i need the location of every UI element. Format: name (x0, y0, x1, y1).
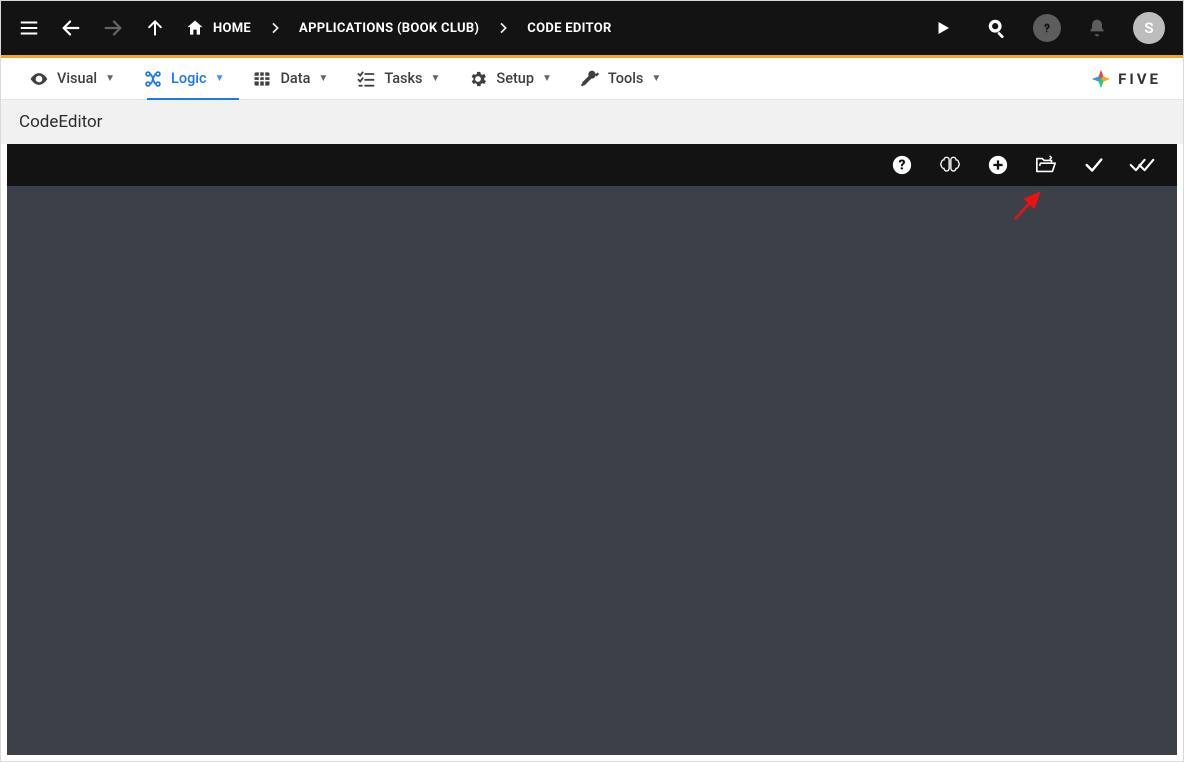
tab-visual-label: Visual (57, 70, 97, 87)
chevron-right-icon (263, 16, 287, 40)
logic-icon (143, 69, 163, 89)
tab-setup[interactable]: Setup ▼ (454, 58, 566, 99)
tasks-icon (356, 69, 376, 89)
editor-toolbar: ? (7, 144, 1177, 186)
tools-icon (580, 69, 600, 89)
breadcrumb-editor-label: CODE EDITOR (527, 21, 611, 36)
open-button[interactable] (1033, 152, 1059, 178)
help-icon[interactable] (1033, 14, 1061, 42)
breadcrumb-editor[interactable]: CODE EDITOR (521, 21, 617, 36)
main-tab-strip: Visual ▼ Logic ▼ Data ▼ Tasks ▼ Setup ▼ … (1, 58, 1183, 100)
open-folder-icon (1034, 154, 1058, 176)
tab-data[interactable]: Data ▼ (238, 58, 342, 99)
save-all-button[interactable] (1129, 152, 1155, 178)
tab-data-label: Data (280, 70, 310, 87)
active-tab-underline (147, 98, 239, 100)
breadcrumb-home-label: HOME (213, 21, 251, 36)
search-icon[interactable] (979, 10, 1015, 46)
breadcrumb-applications[interactable]: APPLICATIONS (BOOK CLUB) (293, 21, 485, 36)
five-logo-icon (1090, 68, 1112, 90)
forward-icon (95, 10, 131, 46)
tab-tools[interactable]: Tools ▼ (566, 58, 675, 99)
brand-logo: FIVE (1090, 68, 1169, 90)
gear-icon (468, 69, 488, 89)
code-editor-area[interactable] (7, 186, 1177, 755)
avatar[interactable]: S (1133, 12, 1165, 44)
back-icon[interactable] (53, 10, 89, 46)
breadcrumb-home[interactable]: HOME (179, 18, 257, 38)
tab-logic-label: Logic (171, 70, 207, 87)
dropdown-icon: ▼ (431, 73, 441, 84)
top-app-bar: HOME APPLICATIONS (BOOK CLUB) CODE EDITO… (1, 1, 1183, 55)
dropdown-icon: ▼ (651, 73, 661, 84)
eye-icon (29, 69, 49, 89)
menu-icon[interactable] (11, 10, 47, 46)
breadcrumb-applications-label: APPLICATIONS (BOOK CLUB) (299, 21, 479, 36)
avatar-initial: S (1144, 19, 1153, 37)
home-icon (185, 18, 205, 38)
dropdown-icon: ▼ (105, 73, 115, 84)
up-icon[interactable] (137, 10, 173, 46)
tab-setup-label: Setup (496, 70, 534, 87)
play-icon[interactable] (925, 10, 961, 46)
tab-tasks-label: Tasks (384, 70, 422, 87)
tab-visual[interactable]: Visual ▼ (15, 58, 129, 99)
tab-tools-label: Tools (608, 70, 643, 87)
brand-logo-text: FIVE (1118, 70, 1161, 88)
check-icon (1083, 154, 1105, 176)
dropdown-icon: ▼ (542, 73, 552, 84)
double-check-icon (1129, 154, 1155, 176)
notifications-icon[interactable] (1079, 10, 1115, 46)
page-subheader: CodeEditor (1, 100, 1183, 144)
tab-logic[interactable]: Logic ▼ (129, 58, 238, 99)
dropdown-icon: ▼ (318, 73, 328, 84)
add-button[interactable] (985, 152, 1011, 178)
page-title: CodeEditor (19, 112, 102, 132)
grid-icon (252, 69, 272, 89)
tab-tasks[interactable]: Tasks ▼ (342, 58, 454, 99)
ai-button[interactable] (937, 152, 963, 178)
brain-icon (938, 154, 962, 176)
svg-text:?: ? (898, 158, 905, 174)
help-button[interactable]: ? (889, 152, 915, 178)
save-button[interactable] (1081, 152, 1107, 178)
dropdown-icon: ▼ (215, 73, 225, 84)
chevron-right-icon (491, 16, 515, 40)
